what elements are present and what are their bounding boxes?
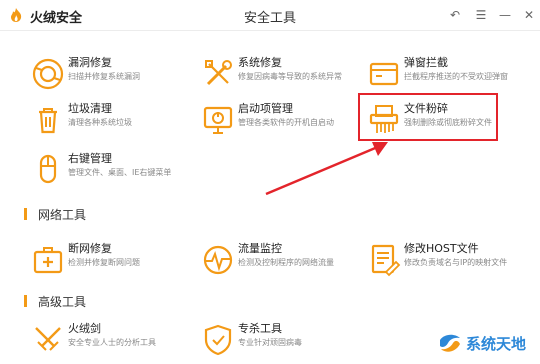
back-button[interactable]: ↶ <box>446 6 464 24</box>
tool-title: 火绒剑 <box>68 322 101 335</box>
tool-desc: 修改负责域名与IP的映射文件 <box>404 258 508 267</box>
tool-title: 右键管理 <box>68 152 112 165</box>
tool-desc: 修复因病毒等导致的系统异常 <box>238 72 342 81</box>
tool-right-click-manager[interactable]: 右键管理 管理文件、桌面、IE右键菜单 <box>30 148 195 194</box>
tool-desc: 管理各类软件的开机自启动 <box>238 118 334 127</box>
tool-title: 专杀工具 <box>238 322 282 335</box>
tool-title: 系统修复 <box>238 56 282 69</box>
medical-kit-icon <box>30 242 66 278</box>
tool-special-kill[interactable]: 专杀工具 专业针对顽固病毒 <box>200 318 365 364</box>
tool-desc: 清理各种系统垃圾 <box>68 118 132 127</box>
pulse-icon <box>200 242 236 278</box>
tool-system-repair[interactable]: 系统修复 修复因病毒等导致的系统异常 <box>200 52 365 98</box>
section-bar <box>24 208 27 220</box>
tool-loophole-repair[interactable]: 漏洞修复 扫描并修复系统漏洞 <box>30 52 195 98</box>
document-edit-icon <box>366 242 402 278</box>
tool-title: 修改HOST文件 <box>404 242 479 255</box>
shield-icon <box>200 322 236 358</box>
tool-desc: 拦截程序推送的不受欢迎弹窗 <box>404 72 508 81</box>
tool-title: 断网修复 <box>68 242 112 255</box>
title-bar: 火绒安全 安全工具 ↶ ☰ — ✕ <box>0 0 540 31</box>
watermark: 系统天地 <box>436 330 540 356</box>
tool-title: 流量监控 <box>238 242 282 255</box>
tool-desc: 扫描并修复系统漏洞 <box>68 72 140 81</box>
tool-modify-hosts[interactable]: 修改HOST文件 修改负责域名与IP的映射文件 <box>366 238 531 284</box>
tool-network-repair[interactable]: 断网修复 检测并修复断网问题 <box>30 238 195 284</box>
section-title: 网络工具 <box>38 208 87 222</box>
tool-desc: 检测并修复断网问题 <box>68 258 140 267</box>
close-button[interactable]: ✕ <box>520 6 538 24</box>
section-bar <box>24 295 27 307</box>
trash-icon <box>30 102 66 138</box>
wrench-screwdriver-icon <box>200 56 236 92</box>
annotation-arrow-icon <box>265 142 388 196</box>
mouse-icon <box>30 152 66 188</box>
tool-popup-block[interactable]: 弹窗拦截 拦截程序推送的不受欢迎弹窗 <box>366 52 531 98</box>
tool-garbage-clean[interactable]: 垃圾清理 清理各种系统垃圾 <box>30 98 195 144</box>
section-title: 高级工具 <box>38 295 87 309</box>
watermark-logo-icon <box>440 334 460 352</box>
tool-traffic-monitor[interactable]: 流量监控 检测及控制程序的网络流量 <box>200 238 365 284</box>
tool-title: 弹窗拦截 <box>404 56 448 69</box>
minimize-button[interactable]: — <box>496 6 514 24</box>
tool-title: 垃圾清理 <box>68 102 112 115</box>
tool-title: 漏洞修复 <box>68 56 112 69</box>
tool-desc: 管理文件、桌面、IE右键菜单 <box>68 168 172 177</box>
monitor-power-icon <box>200 102 236 138</box>
menu-button[interactable]: ☰ <box>472 6 490 24</box>
tool-desc: 安全专业人士的分析工具 <box>68 338 156 347</box>
sword-icon <box>30 322 66 358</box>
tool-desc: 专业针对顽固病毒 <box>238 338 302 347</box>
tool-huorong-sword[interactable]: 火绒剑 安全专业人士的分析工具 <box>30 318 195 364</box>
watermark-text: 系统天地 <box>466 335 527 353</box>
tool-title: 启动项管理 <box>238 102 293 115</box>
popup-window-icon <box>366 56 402 92</box>
loophole-repair-icon <box>30 56 66 92</box>
tool-desc: 检测及控制程序的网络流量 <box>238 258 334 267</box>
